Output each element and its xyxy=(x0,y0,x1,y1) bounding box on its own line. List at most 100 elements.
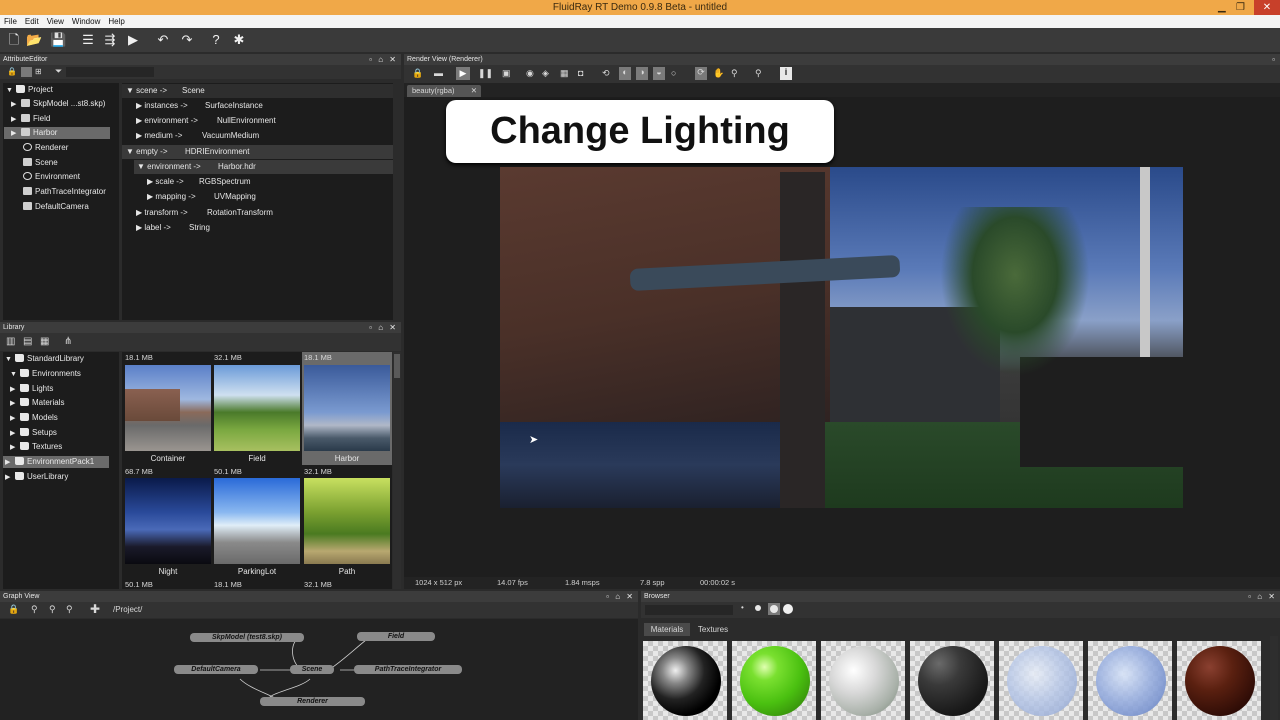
info-icon[interactable]: i xyxy=(780,67,792,80)
graph-canvas[interactable]: SkpModel (test8.skp) Field DefaultCamera… xyxy=(0,619,638,720)
node-renderer[interactable]: Renderer xyxy=(260,697,365,706)
tree-item-models[interactable]: ▶ Models xyxy=(10,412,58,424)
add-node-icon[interactable]: ✚ xyxy=(90,602,100,616)
channel-g-icon[interactable]: ◑ xyxy=(636,67,648,80)
tree-item-field[interactable]: ▶ Field xyxy=(11,113,50,125)
pause-icon[interactable]: ❚❚ xyxy=(478,68,493,79)
library-scrollbar[interactable] xyxy=(393,352,401,589)
node-defaultcamera[interactable]: DefaultCamera xyxy=(174,665,258,674)
redo-icon[interactable]: ↷ xyxy=(179,32,195,48)
tree-item-setups[interactable]: ▶ Setups xyxy=(10,427,57,439)
attr-row[interactable]: ▼ environment -> Harbor.hdr xyxy=(134,160,393,174)
tree-item-renderer[interactable]: Renderer xyxy=(23,142,68,154)
tree-item-environment[interactable]: Environment xyxy=(23,171,80,183)
tree-item-environmentpack1[interactable]: ▶ EnvironmentPack1 xyxy=(3,456,109,468)
filter-input[interactable] xyxy=(66,67,154,77)
thumb-field[interactable] xyxy=(214,365,300,451)
channel-a-icon[interactable]: ○ xyxy=(671,68,676,78)
panel-controls-icon[interactable]: ▫ ⌂ ✕ xyxy=(369,322,398,333)
material-swatch[interactable] xyxy=(910,641,994,720)
hierarchy-icon[interactable]: ⇶ xyxy=(102,32,118,48)
size-small-icon[interactable]: • xyxy=(741,603,744,612)
node-skpmodel[interactable]: SkpModel (test8.skp) xyxy=(190,633,304,642)
node-pathtraceintegrator[interactable]: PathTraceIntegrator xyxy=(354,665,462,674)
material-swatch[interactable] xyxy=(732,641,816,720)
panel-controls-icon[interactable]: ▫ ⌂ ✕ xyxy=(1248,591,1277,602)
size-large-icon[interactable] xyxy=(770,605,778,613)
attr-row[interactable]: ▼ empty -> HDRIEnvironment xyxy=(122,145,393,159)
thumb-night[interactable] xyxy=(125,478,211,564)
material-swatch[interactable] xyxy=(643,641,727,720)
menu-view[interactable]: View xyxy=(43,15,68,28)
tree-item-lights[interactable]: ▶ Lights xyxy=(10,383,53,395)
lock-icon[interactable]: 🔒 xyxy=(412,68,423,79)
denoise-icon[interactable]: ◈ xyxy=(542,68,549,79)
zoom-in-icon[interactable]: ⚲ xyxy=(31,604,38,615)
panel-controls-icon[interactable]: ▫ ⌂ ✕ xyxy=(606,591,635,602)
camera-icon[interactable]: ▬ xyxy=(434,68,443,78)
add-library-icon[interactable]: ▤ xyxy=(23,336,32,347)
menu-file[interactable]: File xyxy=(0,15,21,28)
material-swatch[interactable] xyxy=(999,641,1083,720)
tab-materials[interactable]: Materials xyxy=(644,623,690,636)
books-icon[interactable]: ▥ xyxy=(6,336,15,347)
tab-textures[interactable]: Textures xyxy=(693,623,733,636)
view-toggle-icon[interactable] xyxy=(21,67,32,77)
tree-item-materials[interactable]: ▶ Materials xyxy=(10,397,64,409)
tree-item-userlibrary[interactable]: ▶ UserLibrary xyxy=(5,471,68,483)
thumb-path[interactable] xyxy=(304,478,390,564)
size-medium-icon[interactable] xyxy=(755,605,761,611)
material-swatch[interactable] xyxy=(1177,641,1261,720)
open-folder-icon[interactable]: 📂 xyxy=(26,32,42,48)
close-icon[interactable]: ✕ xyxy=(1254,0,1280,15)
tree-item-textures[interactable]: ▶ Textures xyxy=(10,441,62,453)
tree-item-project[interactable]: ▼ Project xyxy=(6,84,53,96)
render-window-icon[interactable]: ▶ xyxy=(125,32,141,48)
tab-close-icon[interactable]: ✕ xyxy=(471,85,477,97)
zoom-fit-icon[interactable]: ⚲ xyxy=(66,604,73,615)
channel-b-icon[interactable]: ◒ xyxy=(653,67,665,80)
save-image-icon[interactable]: ▣ xyxy=(502,68,511,79)
menu-edit[interactable]: Edit xyxy=(21,15,43,28)
channel-r-icon[interactable]: ◐ xyxy=(619,67,631,80)
undo-icon[interactable]: ↶ xyxy=(155,32,171,48)
zoom-out-icon[interactable]: ⚲ xyxy=(49,604,56,615)
browser-scrollbar[interactable] xyxy=(1270,636,1278,720)
zoom-icon[interactable]: ⚲ xyxy=(731,68,738,79)
size-xlarge-icon[interactable] xyxy=(783,604,793,614)
node-scene[interactable]: Scene xyxy=(290,665,334,674)
video-icon[interactable]: ◘ xyxy=(578,68,583,78)
help-icon[interactable]: ? xyxy=(208,32,224,48)
tree-item-skpmodel[interactable]: ▶ SkpModel ...st8.skp) xyxy=(11,98,105,110)
thumb-parkinglot[interactable] xyxy=(214,478,300,564)
scrollbar-thumb[interactable] xyxy=(394,354,400,378)
node-field[interactable]: Field xyxy=(357,632,435,641)
minimize-icon[interactable]: ▁ xyxy=(1218,0,1226,15)
tree-item-pathtraceintegrator[interactable]: PathTraceIntegrator xyxy=(23,186,106,198)
lock-icon[interactable]: 🔒 xyxy=(7,67,17,76)
render-canvas[interactable]: Change Lighting ➤ xyxy=(404,97,1280,577)
new-file-icon[interactable]: 🗋 xyxy=(6,32,22,48)
refresh-icon[interactable]: ⟳ xyxy=(695,67,707,80)
browser-search-input[interactable] xyxy=(645,605,733,615)
link-icon[interactable]: ⟲ xyxy=(602,68,610,79)
thumb-container[interactable] xyxy=(125,365,211,451)
material-swatch[interactable] xyxy=(1088,641,1172,720)
snapshot-icon[interactable]: ◉ xyxy=(526,68,534,79)
lock-icon[interactable]: 🔒 xyxy=(8,604,19,615)
menu-help[interactable]: Help xyxy=(104,15,128,28)
pan-hand-icon[interactable]: ✋ xyxy=(713,68,724,79)
share-icon[interactable]: ⋔ xyxy=(64,336,72,347)
restore-icon[interactable]: ❐ xyxy=(1236,0,1245,15)
play-icon[interactable]: ▶ xyxy=(456,67,470,80)
attr-row[interactable]: ▼ scene -> Scene xyxy=(122,84,393,98)
panel-float-icon[interactable]: ▫ xyxy=(1272,54,1277,65)
bug-icon[interactable]: ✱ xyxy=(231,32,247,48)
tree-item-defaultcamera[interactable]: DefaultCamera xyxy=(23,201,89,213)
export-icon[interactable]: ▦ xyxy=(40,336,49,347)
filter-icon[interactable]: ⏷ xyxy=(55,66,62,77)
tree-icon[interactable]: ⊞ xyxy=(35,67,42,76)
menu-window[interactable]: Window xyxy=(68,15,104,28)
tab-beauty[interactable]: beauty(rgba) ✕ xyxy=(407,85,481,97)
render-image[interactable] xyxy=(500,167,1183,508)
